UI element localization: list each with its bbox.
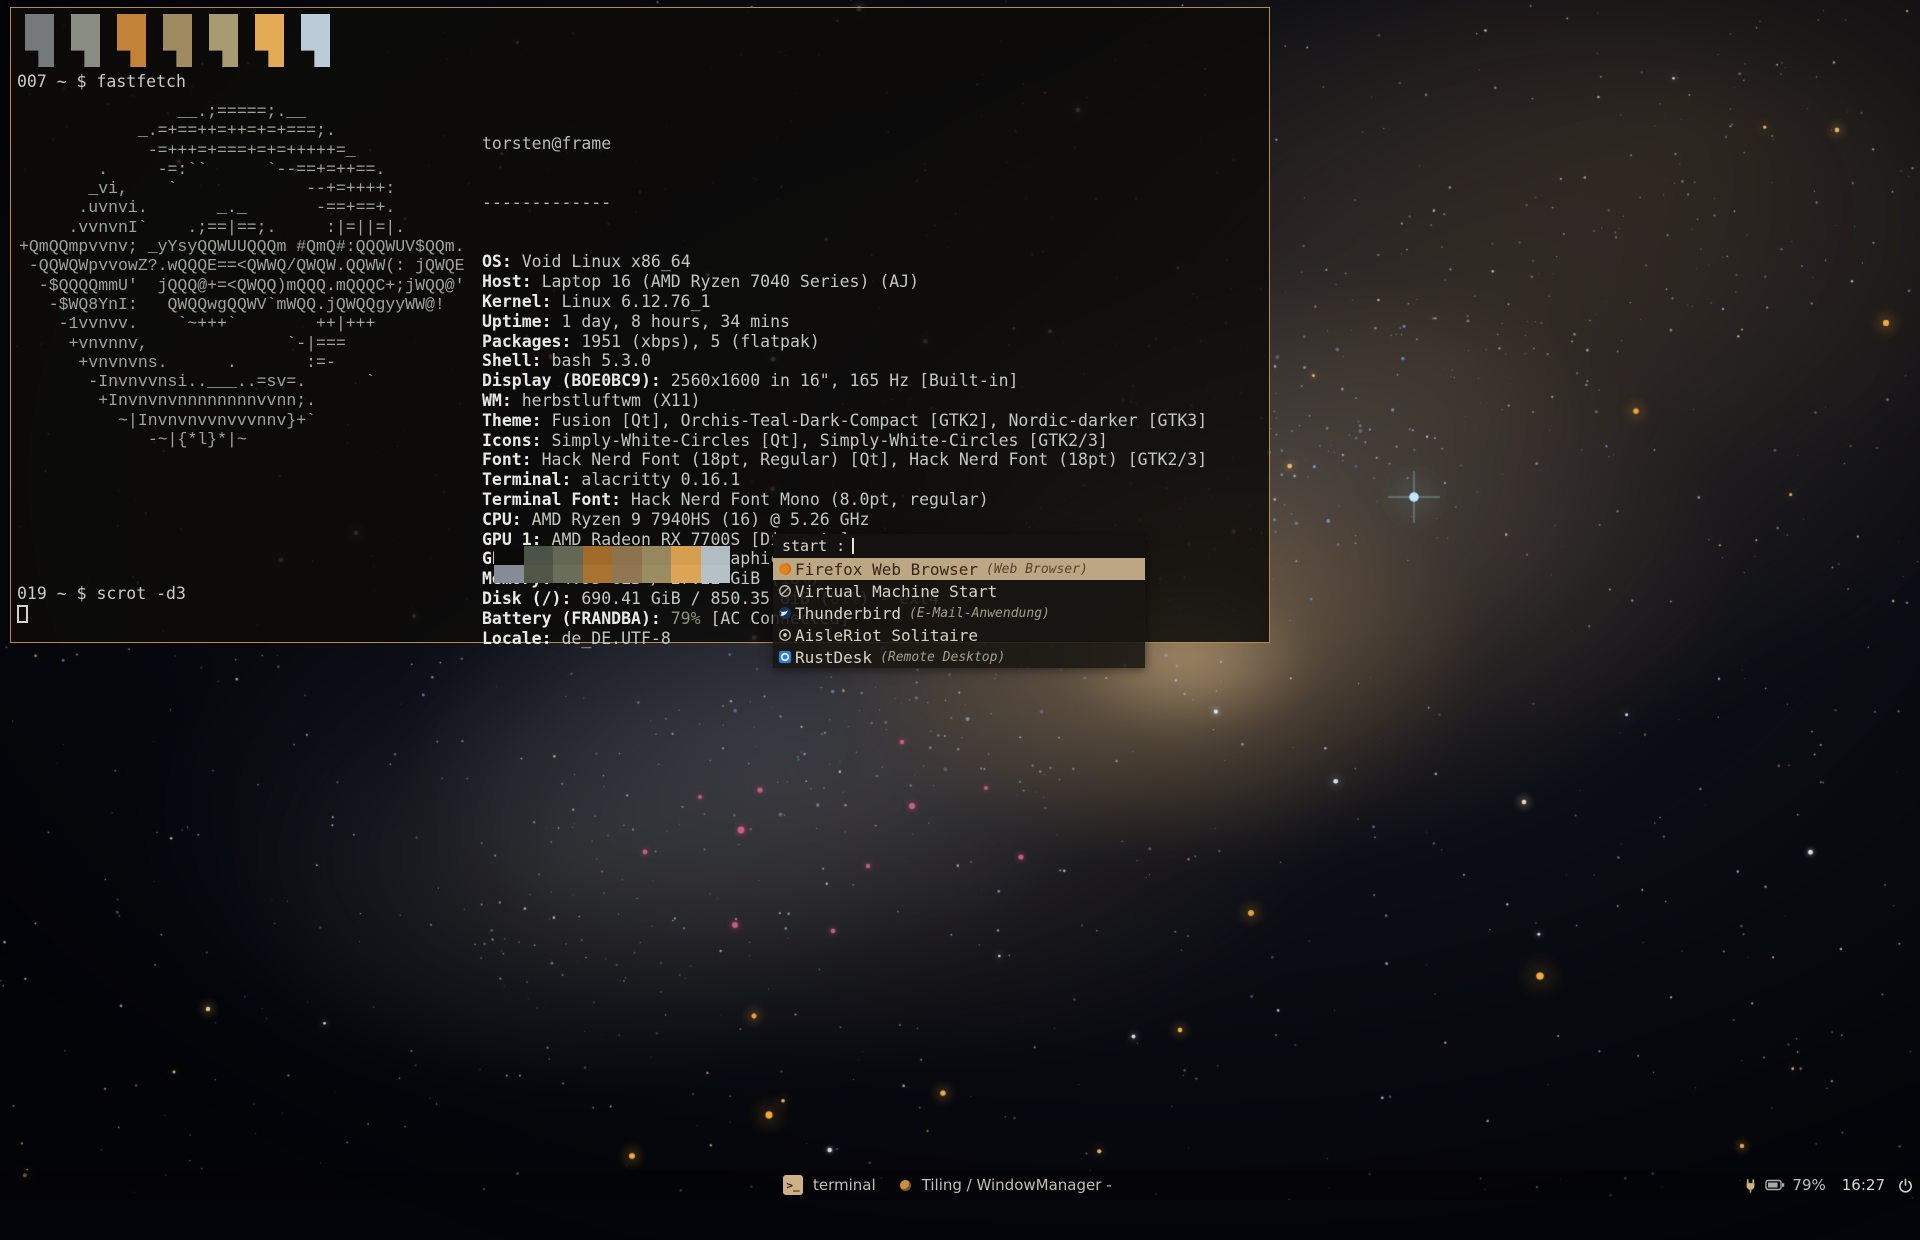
color-swatch [583, 546, 613, 565]
info-line: Icons: Simply-White-Circles [Qt], Simply… [482, 431, 1207, 451]
launcher-item-list: Firefox Web Browser (Web Browser) Virtual … [773, 558, 1145, 668]
color-swatch [671, 546, 701, 565]
color-swatch [612, 546, 642, 565]
color-swatch [642, 546, 672, 565]
file-block-icon [255, 14, 284, 67]
taskbar-tray: 79% 16:27 [1743, 1170, 1913, 1200]
terminal-icon-row [25, 14, 330, 67]
file-block-icon [117, 14, 146, 67]
info-line: Terminal: alacritty 0.16.1 [482, 470, 1207, 490]
battery-icon [1765, 1179, 1785, 1191]
taskbar-window-title: terminal [813, 1176, 876, 1194]
ac-plug-icon [1743, 1178, 1758, 1193]
file-block-icon [25, 14, 54, 67]
launcher-item-virtual-machine-start[interactable]: Virtual Machine Start [773, 580, 1145, 602]
terminal-color-palette [494, 546, 731, 583]
thunderbird-icon [778, 606, 792, 620]
aisleriot-icon [778, 628, 792, 642]
file-block-icon [163, 14, 192, 67]
user-host: torsten@frame [482, 134, 1207, 154]
text-cursor-icon [852, 538, 854, 554]
launcher-item-rustdesk[interactable]: RustDesk (Remote Desktop) [773, 646, 1145, 668]
wm-dot-icon [900, 1180, 911, 1191]
launcher-item-label: Thunderbird [795, 604, 901, 623]
color-swatch [583, 565, 613, 584]
color-swatch [553, 546, 583, 565]
info-line: Terminal Font: Hack Nerd Font Mono (8.0p… [482, 490, 1207, 510]
taskbar-wm-label: Tiling / WindowManager - [922, 1176, 1112, 1194]
clock: 16:27 [1842, 1176, 1885, 1194]
launcher-item-thunderbird[interactable]: Thunderbird (E-Mail-Anwendung) [773, 602, 1145, 624]
info-line: WM: herbstluftwm (X11) [482, 391, 1207, 411]
launcher-item-aisleriot-solitaire[interactable]: AisleRiot Solitaire [773, 624, 1145, 646]
taskbar-window-button[interactable]: >_ terminal Tiling / WindowManager - [783, 1170, 1112, 1200]
file-block-icon [71, 14, 100, 67]
color-swatch [494, 565, 524, 584]
battery-percentage: 79% [1792, 1176, 1825, 1194]
power-icon [1898, 1178, 1913, 1193]
info-line: Shell: bash 5.3.0 [482, 351, 1207, 371]
color-swatch [642, 565, 672, 584]
launcher-item-firefox-web-browser[interactable]: Firefox Web Browser (Web Browser) [773, 558, 1145, 580]
file-block-icon [209, 14, 238, 67]
launcher-item-category: (Remote Desktop) [880, 650, 1005, 665]
color-swatch [671, 565, 701, 584]
void-ascii-logo: __.;=====;.__ _.=+==++=++=+=+===;. -=+++… [19, 102, 465, 449]
terminal-icon: >_ [783, 1175, 803, 1195]
info-line: Theme: Fusion [Qt], Orchis-Teal-Dark-Com… [482, 411, 1207, 431]
vm-icon [778, 584, 792, 598]
color-swatch [701, 546, 731, 565]
launcher-item-category: (Web Browser) [986, 562, 1088, 577]
info-line: Host: Laptop 16 (AMD Ryzen 7040 Series) … [482, 272, 1207, 292]
color-swatch [524, 565, 554, 584]
launcher-item-label: Firefox Web Browser [795, 560, 978, 579]
info-line: Kernel: Linux 6.12.76_1 [482, 292, 1207, 312]
firefox-icon [778, 562, 792, 576]
info-line: Uptime: 1 day, 8 hours, 34 mins [482, 312, 1207, 332]
launcher-item-label: Virtual Machine Start [795, 582, 997, 601]
info-line: Font: Hack Nerd Font (18pt, Regular) [Qt… [482, 450, 1207, 470]
file-block-icon [301, 14, 330, 67]
shell-prompt-fastfetch: 007 ~ $ fastfetch [17, 72, 186, 91]
info-line: Display (BOE0BC9): 2560x1600 in 16", 165… [482, 371, 1207, 391]
color-swatch [701, 565, 731, 584]
launcher-prompt-label: start : [782, 537, 845, 555]
shell-prompt-scrot: 019 ~ $ scrot -d3 [17, 584, 186, 603]
rustdesk-icon [778, 650, 792, 664]
color-swatch [553, 565, 583, 584]
launcher-item-label: RustDesk [795, 648, 872, 667]
color-swatch [524, 546, 554, 565]
info-line: OS: Void Linux x86_64 [482, 252, 1207, 272]
color-swatch [494, 546, 524, 565]
app-launcher-menu: start : Firefox Web Browser (Web Browser)… [773, 534, 1145, 668]
color-swatch [612, 565, 642, 584]
info-line: CPU: AMD Ryzen 9 7940HS (16) @ 5.26 GHz [482, 510, 1207, 530]
terminal-block-cursor [17, 605, 28, 623]
taskbar: >_ terminal Tiling / WindowManager - 79%… [0, 1170, 1920, 1200]
launcher-item-category: (E-Mail-Anwendung) [909, 606, 1050, 621]
separator-line: ------------- [482, 193, 1207, 213]
power-button[interactable] [1898, 1178, 1913, 1193]
launcher-item-label: AisleRiot Solitaire [795, 626, 978, 645]
info-line: Packages: 1951 (xbps), 5 (flatpak) [482, 332, 1207, 352]
launcher-search-input[interactable]: start : [773, 534, 1145, 558]
